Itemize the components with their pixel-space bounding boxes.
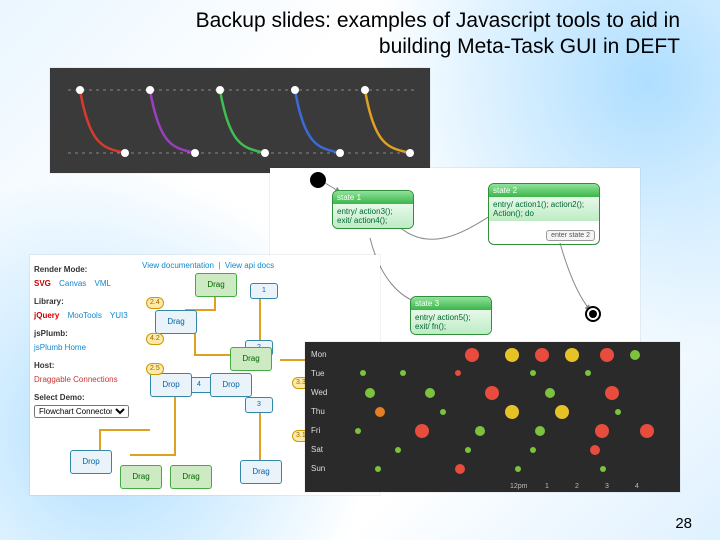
drag-box[interactable]: Drag bbox=[155, 310, 197, 334]
matrix-dot bbox=[505, 405, 519, 419]
matrix-dot bbox=[530, 447, 536, 453]
edge-label: 2.5 bbox=[146, 363, 164, 375]
day-label: Sat bbox=[311, 445, 323, 454]
matrix-dot bbox=[425, 388, 435, 398]
matrix-dot bbox=[375, 407, 385, 417]
matrix-dot bbox=[375, 466, 381, 472]
matrix-dot bbox=[595, 424, 609, 438]
matrix-dot bbox=[600, 348, 614, 362]
matrix-dot bbox=[535, 426, 545, 436]
matrix-dot bbox=[440, 409, 446, 415]
matrix-dot bbox=[515, 466, 521, 472]
day-label: Mon bbox=[311, 350, 327, 359]
matrix-dot bbox=[455, 464, 465, 474]
matrix-dot bbox=[545, 388, 555, 398]
x-tick: 4 bbox=[635, 483, 639, 490]
matrix-dot bbox=[640, 424, 654, 438]
slide-title: Backup slides: examples of Javascript to… bbox=[120, 8, 680, 60]
matrix-dot bbox=[465, 348, 479, 362]
matrix-dot bbox=[615, 409, 621, 415]
dotmatrix-panel: Mon Tue Wed Thu Fri Sat Sun bbox=[305, 342, 680, 492]
state-body: entry/ action3(); exit/ action4(); bbox=[333, 204, 413, 228]
state-body: entry/ action5(); exit/ fn(); bbox=[411, 310, 491, 334]
drag-box[interactable]: Drag bbox=[195, 273, 237, 297]
matrix-dot bbox=[585, 370, 591, 376]
state-box[interactable]: state 2 entry/ action1(); action2(); Act… bbox=[488, 183, 600, 245]
matrix-dot bbox=[360, 370, 366, 376]
matrix-dot bbox=[395, 447, 401, 453]
day-label: Tue bbox=[311, 369, 325, 378]
matrix-dot bbox=[365, 388, 375, 398]
x-tick: 1 bbox=[545, 483, 549, 490]
state-name: state 2 bbox=[489, 184, 599, 197]
matrix-dot bbox=[530, 370, 536, 376]
curves-panel bbox=[50, 68, 430, 173]
matrix-dot bbox=[535, 348, 549, 362]
day-label: Thu bbox=[311, 407, 325, 416]
drop-box[interactable]: Drop bbox=[70, 450, 112, 474]
matrix-dot bbox=[505, 348, 519, 362]
state-box[interactable]: state 1 entry/ action3(); exit/ action4(… bbox=[332, 190, 414, 229]
drag-box[interactable]: Drag bbox=[120, 465, 162, 489]
state-body: entry/ action1(); action2(); Action(); d… bbox=[489, 197, 599, 221]
matrix-dot bbox=[400, 370, 406, 376]
final-state-dot bbox=[585, 306, 601, 322]
matrix-dot bbox=[415, 424, 429, 438]
x-tick: 3 bbox=[605, 483, 609, 490]
drop-box[interactable]: Drop bbox=[210, 373, 252, 397]
matrix-dot bbox=[590, 445, 600, 455]
matrix-dot bbox=[555, 405, 569, 419]
matrix-dot bbox=[605, 386, 619, 400]
matrix-dot bbox=[465, 447, 471, 453]
matrix-dot bbox=[455, 370, 461, 376]
drag-box[interactable]: Drag bbox=[240, 460, 282, 484]
drag-box[interactable]: Drag bbox=[170, 465, 212, 489]
matrix-dot bbox=[600, 466, 606, 472]
edge-label: 2.4 bbox=[146, 297, 164, 309]
day-label: Fri bbox=[311, 426, 320, 435]
day-label: Wed bbox=[311, 388, 327, 397]
edge-label: 4.2 bbox=[146, 333, 164, 345]
drag-box[interactable]: Drag bbox=[230, 347, 272, 371]
matrix-dot bbox=[630, 350, 640, 360]
enter-state-button[interactable]: enter state 2 bbox=[546, 230, 595, 241]
page-number: 28 bbox=[675, 515, 692, 532]
matrix-dot bbox=[475, 426, 485, 436]
state-name: state 1 bbox=[333, 191, 413, 204]
matrix-dot bbox=[565, 348, 579, 362]
drop-box[interactable]: Drop bbox=[150, 373, 192, 397]
x-tick: 2 bbox=[575, 483, 579, 490]
initial-state-dot bbox=[310, 172, 326, 188]
matrix-dot bbox=[355, 428, 361, 434]
state-box[interactable]: state 3 entry/ action5(); exit/ fn(); bbox=[410, 296, 492, 335]
day-label: Sun bbox=[311, 464, 325, 473]
matrix-dot bbox=[485, 386, 499, 400]
num-box[interactable]: 1 bbox=[250, 283, 278, 299]
state-name: state 3 bbox=[411, 297, 491, 310]
x-tick: 12pm bbox=[510, 483, 528, 490]
num-box[interactable]: 3 bbox=[245, 397, 273, 413]
